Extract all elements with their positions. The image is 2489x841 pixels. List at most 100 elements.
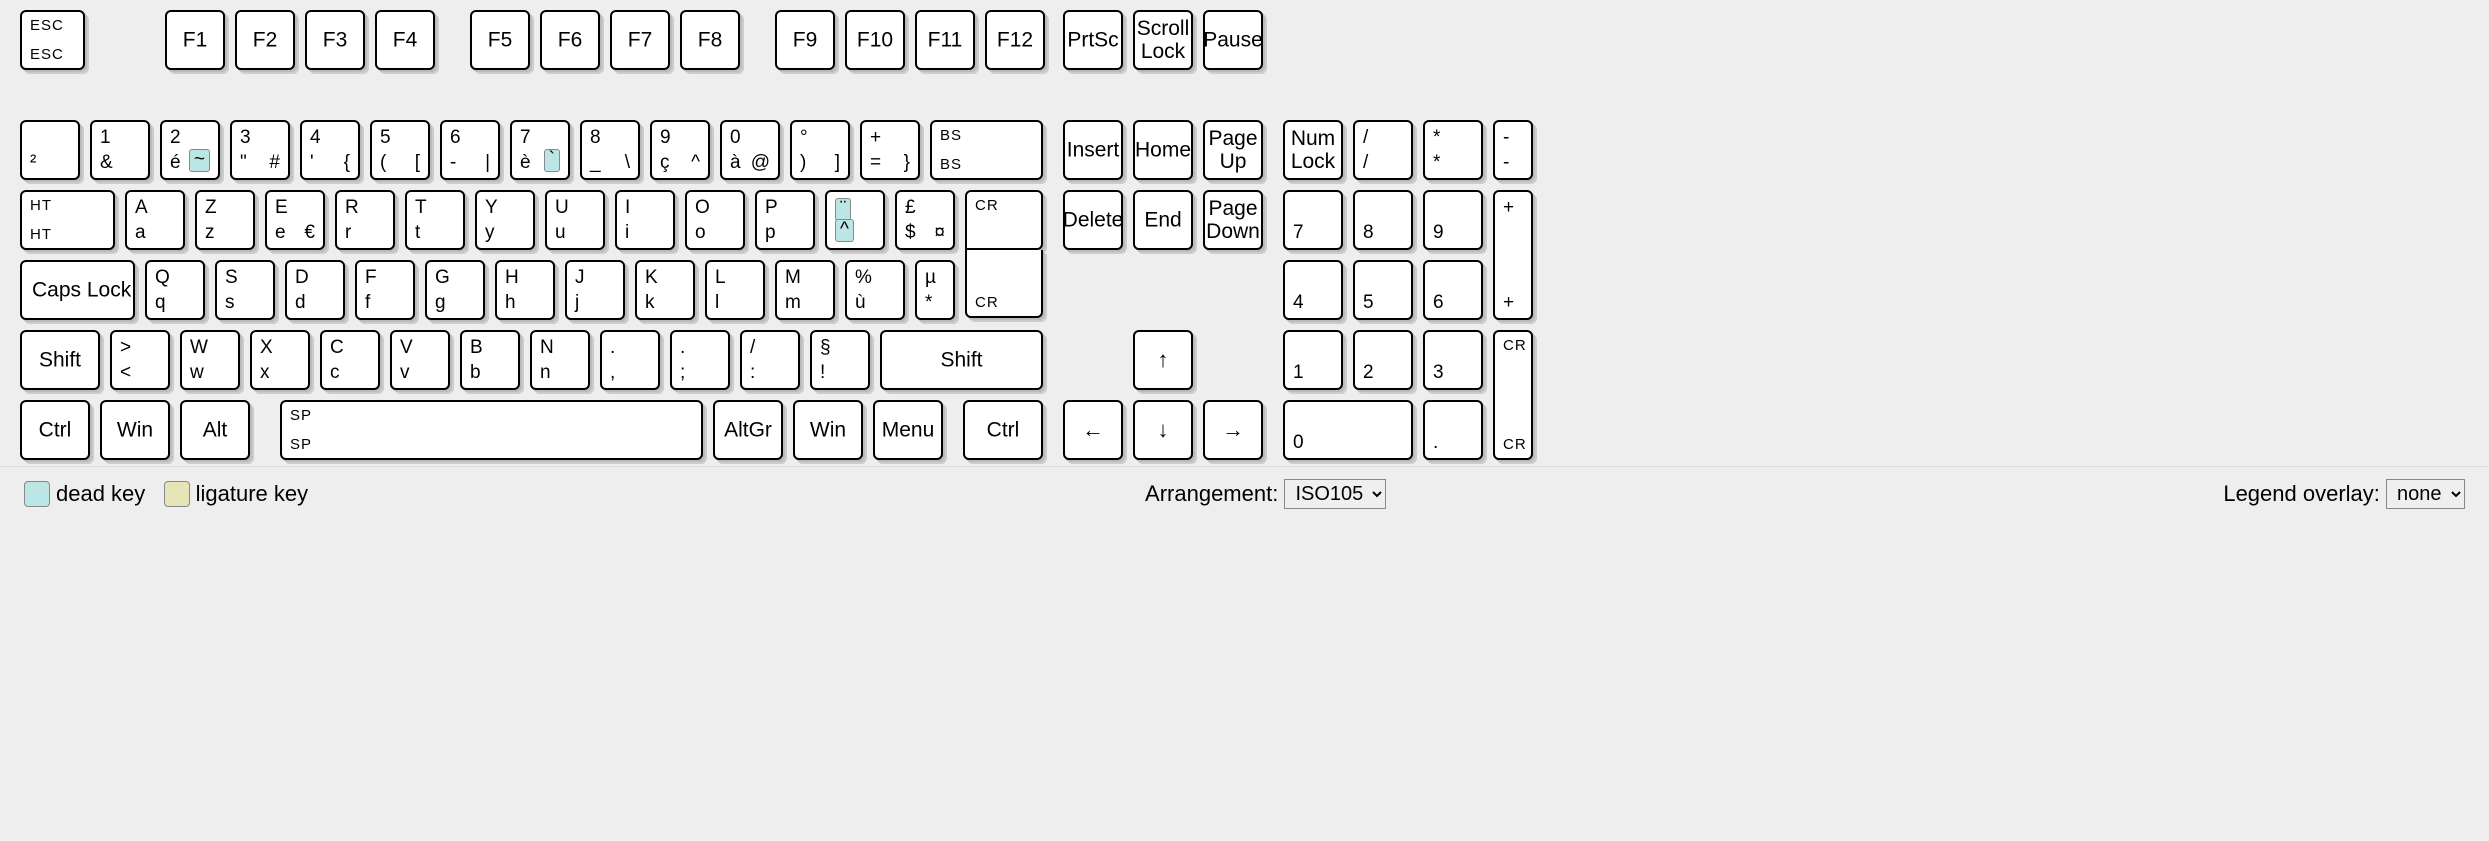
- key-u[interactable]: Uu: [545, 190, 605, 250]
- key-enter-bottom[interactable]: CR: [965, 250, 1043, 318]
- key-menu[interactable]: Menu: [873, 400, 943, 460]
- key-f9[interactable]: F9: [775, 10, 835, 70]
- key-8[interactable]: 8 _ \: [580, 120, 640, 180]
- key-y[interactable]: Yy: [475, 190, 535, 250]
- key-numpad-multiply[interactable]: * *: [1423, 120, 1483, 180]
- key-right-shift[interactable]: Shift: [880, 330, 1043, 390]
- key-d[interactable]: Dd: [285, 260, 345, 320]
- key-numpad-2[interactable]: 2: [1353, 330, 1413, 390]
- key-f6[interactable]: F6: [540, 10, 600, 70]
- key-left-ctrl[interactable]: Ctrl: [20, 400, 90, 460]
- key-left-alt[interactable]: Alt: [180, 400, 250, 460]
- arrangement-select[interactable]: ISO105: [1284, 479, 1386, 509]
- key-escape[interactable]: ESC ESC: [20, 10, 85, 70]
- key-k[interactable]: Kk: [635, 260, 695, 320]
- key-home[interactable]: Home: [1133, 120, 1193, 180]
- key-numpad-3[interactable]: 3: [1423, 330, 1483, 390]
- key-5[interactable]: 5 ( [: [370, 120, 430, 180]
- key-b[interactable]: Bb: [460, 330, 520, 390]
- key-minus[interactable]: ° ) ]: [790, 120, 850, 180]
- key-left-win[interactable]: Win: [100, 400, 170, 460]
- key-n[interactable]: Nn: [530, 330, 590, 390]
- key-arrow-up[interactable]: ↑: [1133, 330, 1193, 390]
- key-f10[interactable]: F10: [845, 10, 905, 70]
- key-semicolon[interactable]: .;: [670, 330, 730, 390]
- key-g[interactable]: Gg: [425, 260, 485, 320]
- key-comma[interactable]: .,: [600, 330, 660, 390]
- key-mu[interactable]: µ*: [915, 260, 955, 320]
- key-backtick[interactable]: ²: [20, 120, 80, 180]
- key-1[interactable]: 1 &: [90, 120, 150, 180]
- key-j[interactable]: Jj: [565, 260, 625, 320]
- key-6[interactable]: 6 - |: [440, 120, 500, 180]
- key-insert[interactable]: Insert: [1063, 120, 1123, 180]
- key-exclaim[interactable]: §!: [810, 330, 870, 390]
- key-numpad-6[interactable]: 6: [1423, 260, 1483, 320]
- key-q[interactable]: Qq: [145, 260, 205, 320]
- key-numpad-1[interactable]: 1: [1283, 330, 1343, 390]
- key-equals[interactable]: + = }: [860, 120, 920, 180]
- key-r[interactable]: Rr: [335, 190, 395, 250]
- legend-overlay-select[interactable]: none: [2386, 479, 2465, 509]
- key-space[interactable]: SP SP: [280, 400, 703, 460]
- key-v[interactable]: Vv: [390, 330, 450, 390]
- key-delete[interactable]: Delete: [1063, 190, 1123, 250]
- key-t[interactable]: Tt: [405, 190, 465, 250]
- key-f12[interactable]: F12: [985, 10, 1045, 70]
- key-right-win[interactable]: Win: [793, 400, 863, 460]
- key-numlock[interactable]: NumLock: [1283, 120, 1343, 180]
- key-left-shift[interactable]: Shift: [20, 330, 100, 390]
- key-m[interactable]: Mm: [775, 260, 835, 320]
- key-w[interactable]: Ww: [180, 330, 240, 390]
- key-f7[interactable]: F7: [610, 10, 670, 70]
- key-4[interactable]: 4 ' {: [300, 120, 360, 180]
- key-3[interactable]: 3 " #: [230, 120, 290, 180]
- key-l[interactable]: Ll: [705, 260, 765, 320]
- key-numpad-8[interactable]: 8: [1353, 190, 1413, 250]
- key-percent[interactable]: %ù: [845, 260, 905, 320]
- key-f11[interactable]: F11: [915, 10, 975, 70]
- key-numpad-decimal[interactable]: .: [1423, 400, 1483, 460]
- key-dollar[interactable]: £ $ ¤: [895, 190, 955, 250]
- key-numpad-divide[interactable]: / /: [1353, 120, 1413, 180]
- key-h[interactable]: Hh: [495, 260, 555, 320]
- key-numpad-enter[interactable]: CR CR: [1493, 330, 1533, 460]
- key-end[interactable]: End: [1133, 190, 1193, 250]
- key-lessthan[interactable]: ><: [110, 330, 170, 390]
- key-f3[interactable]: F3: [305, 10, 365, 70]
- key-arrow-left[interactable]: ←: [1063, 400, 1123, 460]
- key-arrow-down[interactable]: ↓: [1133, 400, 1193, 460]
- key-numpad-add[interactable]: + +: [1493, 190, 1533, 320]
- key-p[interactable]: Pp: [755, 190, 815, 250]
- key-arrow-right[interactable]: →: [1203, 400, 1263, 460]
- key-pagedown[interactable]: PageDown: [1203, 190, 1263, 250]
- key-9[interactable]: 9 ç ^: [650, 120, 710, 180]
- key-pause[interactable]: Pause: [1203, 10, 1263, 70]
- key-capslock[interactable]: Caps Lock: [20, 260, 135, 320]
- key-right-ctrl[interactable]: Ctrl: [963, 400, 1043, 460]
- key-f5[interactable]: F5: [470, 10, 530, 70]
- key-numpad-5[interactable]: 5: [1353, 260, 1413, 320]
- key-f8[interactable]: F8: [680, 10, 740, 70]
- key-2[interactable]: 2 é ~: [160, 120, 220, 180]
- key-numpad-9[interactable]: 9: [1423, 190, 1483, 250]
- key-printscreen[interactable]: PrtSc: [1063, 10, 1123, 70]
- key-backspace[interactable]: BS BS: [930, 120, 1043, 180]
- key-c[interactable]: Cc: [320, 330, 380, 390]
- key-enter-top[interactable]: CR: [965, 190, 1043, 250]
- key-numpad-4[interactable]: 4: [1283, 260, 1343, 320]
- key-altgr[interactable]: AltGr: [713, 400, 783, 460]
- key-f[interactable]: Ff: [355, 260, 415, 320]
- key-x[interactable]: Xx: [250, 330, 310, 390]
- key-scrolllock[interactable]: ScrollLock: [1133, 10, 1193, 70]
- key-f1[interactable]: F1: [165, 10, 225, 70]
- key-7[interactable]: 7 è `: [510, 120, 570, 180]
- key-bracket-dead[interactable]: ¨ ^: [825, 190, 885, 250]
- key-o[interactable]: Oo: [685, 190, 745, 250]
- key-numpad-subtract[interactable]: - -: [1493, 120, 1533, 180]
- key-colon[interactable]: /:: [740, 330, 800, 390]
- key-tab[interactable]: HT HT: [20, 190, 115, 250]
- key-numpad-0[interactable]: 0: [1283, 400, 1413, 460]
- key-z[interactable]: Zz: [195, 190, 255, 250]
- key-f2[interactable]: F2: [235, 10, 295, 70]
